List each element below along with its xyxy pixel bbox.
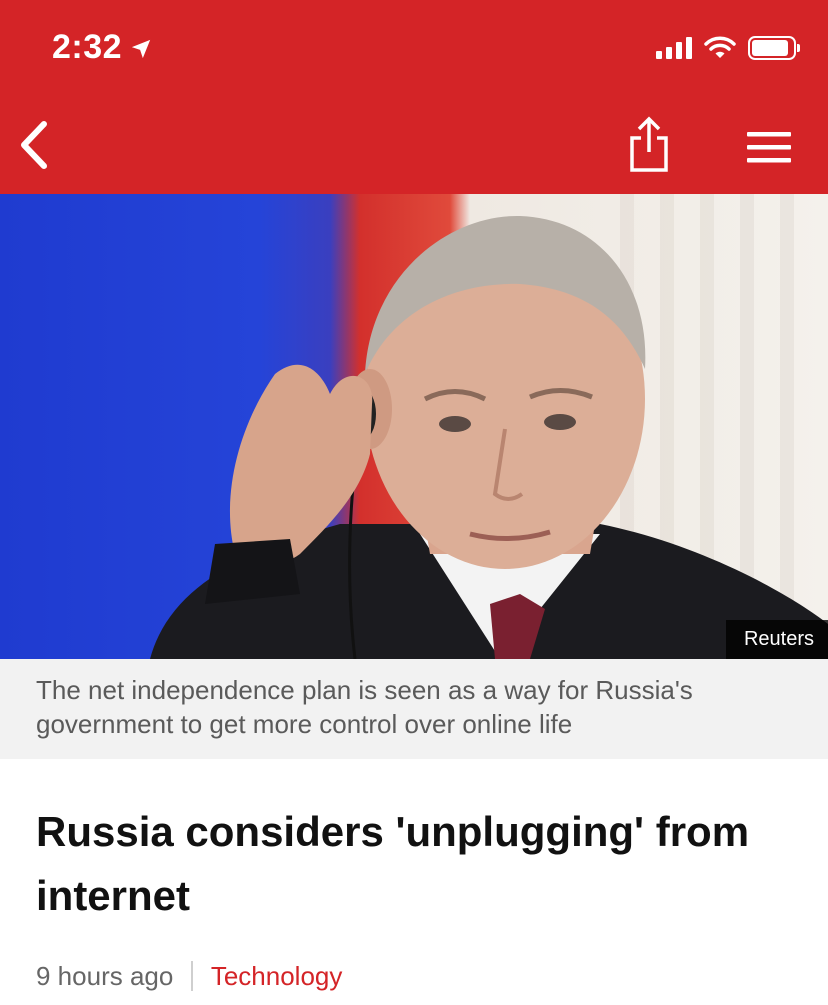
- article-timestamp: 9 hours ago: [36, 960, 174, 991]
- battery-icon: [748, 36, 800, 60]
- status-time: 2:32: [52, 28, 123, 66]
- menu-button[interactable]: [746, 130, 792, 164]
- section-link[interactable]: Technology: [211, 961, 343, 992]
- meta-divider: [191, 961, 193, 991]
- location-arrow-icon: [131, 39, 151, 58]
- article-hero-image: Reuters: [0, 194, 828, 659]
- cellular-signal-icon: [656, 37, 692, 59]
- back-button[interactable]: [16, 118, 52, 172]
- image-credit: Reuters: [725, 620, 828, 659]
- app-header: 2:32: [0, 0, 828, 194]
- article-meta: 9 hours ago Technology: [36, 956, 342, 996]
- image-caption: The net independence plan is seen as a w…: [0, 659, 828, 759]
- wifi-icon: [704, 36, 736, 58]
- status-time-group: 2:32: [52, 28, 152, 67]
- share-button[interactable]: [626, 116, 672, 174]
- status-indicators: [656, 36, 800, 60]
- article-headline: Russia considers 'unplugging' from inter…: [36, 808, 750, 919]
- article-screen: 2:32 Reuters The net independence plan i…: [0, 0, 828, 1005]
- hero-photo: [150, 194, 828, 659]
